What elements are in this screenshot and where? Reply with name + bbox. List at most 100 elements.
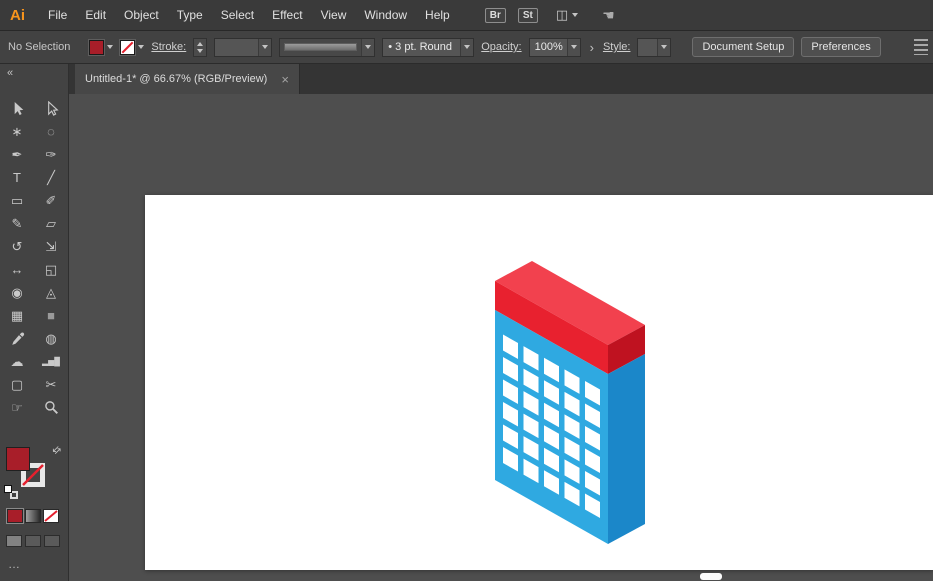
touch-workspace-icon[interactable]: ☚ <box>602 7 615 24</box>
pen-tool[interactable]: ✒ <box>0 143 34 166</box>
document-tab-title: Untitled-1* @ 66.67% (RGB/Preview) <box>85 73 267 85</box>
app-logo: Ai <box>10 7 25 24</box>
draw-normal-button[interactable] <box>6 535 22 547</box>
opacity-label[interactable]: Opacity: <box>481 41 521 53</box>
swap-fill-stroke-icon[interactable]: ⇆ <box>50 444 64 458</box>
shaper-tool[interactable]: ✎ <box>0 212 34 235</box>
direct-selection-arrow-icon <box>44 101 59 116</box>
menu-object[interactable]: Object <box>115 0 168 30</box>
direct-selection-tool[interactable] <box>34 97 68 120</box>
eraser-tool[interactable]: ▱ <box>34 212 68 235</box>
menu-view[interactable]: View <box>312 0 356 30</box>
chevron-down-button[interactable] <box>657 39 670 56</box>
chevron-down-icon <box>138 45 144 49</box>
default-fill-stroke-icon[interactable] <box>4 485 18 499</box>
chevron-down-button[interactable] <box>460 39 473 56</box>
stepper-up-icon[interactable] <box>197 42 203 46</box>
rotate-tool[interactable]: ↺ <box>0 235 34 258</box>
shape-builder-tool[interactable]: ◉ <box>0 281 34 304</box>
selection-status: No Selection <box>8 41 70 53</box>
artboard-tool[interactable]: ▢ <box>0 373 34 396</box>
brush-definition-value: 3 pt. Round <box>395 41 452 53</box>
stroke-color-control[interactable] <box>120 40 144 55</box>
canvas[interactable] <box>69 94 933 581</box>
arrange-documents-button[interactable]: ◫ <box>556 7 578 23</box>
menu-help[interactable]: Help <box>416 0 459 30</box>
stroke-label[interactable]: Stroke: <box>151 41 186 53</box>
chevron-down-icon <box>571 45 577 49</box>
blend-tool[interactable]: ◍ <box>34 327 68 350</box>
menu-effect[interactable]: Effect <box>263 0 311 30</box>
style-select[interactable] <box>637 38 671 57</box>
chevron-down-button[interactable] <box>567 39 580 56</box>
column-graph-tool[interactable]: ▂▅█ <box>34 350 68 373</box>
slice-tool[interactable]: ✂ <box>34 373 68 396</box>
document-tab-strip: Untitled-1* @ 66.67% (RGB/Preview) × <box>69 64 933 94</box>
chevron-down-button[interactable] <box>361 39 374 56</box>
chevron-down-button[interactable] <box>258 39 271 56</box>
preferences-button[interactable]: Preferences <box>801 37 880 57</box>
gradient-tool[interactable]: ■ <box>34 304 68 327</box>
menubar: Ai File Edit Object Type Select Effect V… <box>0 0 933 31</box>
draw-inside-button[interactable] <box>44 535 60 547</box>
type-tool[interactable]: T <box>0 166 34 189</box>
color-mode-button[interactable] <box>7 509 23 523</box>
calendar-illustration[interactable] <box>483 253 653 553</box>
perspective-grid-tool[interactable]: ◬ <box>34 281 68 304</box>
dock-control-panel-icon[interactable] <box>914 39 928 55</box>
draw-behind-button[interactable] <box>25 535 41 547</box>
fill-color-swatch[interactable] <box>89 40 104 55</box>
none-slash-icon <box>121 41 134 54</box>
line-segment-tool[interactable]: ╱ <box>34 166 68 189</box>
magic-wand-tool[interactable]: ∗ <box>0 120 34 143</box>
lasso-tool[interactable]: ◌ <box>34 120 68 143</box>
none-mode-button[interactable] <box>43 509 59 523</box>
style-label[interactable]: Style: <box>603 41 631 53</box>
fill-color-control[interactable] <box>89 40 113 55</box>
fill-swatch[interactable] <box>6 447 30 471</box>
arrange-documents-icon: ◫ <box>556 7 568 23</box>
edit-toolbar-button[interactable]: … <box>0 557 68 571</box>
eyedropper-icon <box>10 331 25 346</box>
zoom-tool[interactable] <box>34 396 68 419</box>
stepper-down-icon[interactable] <box>197 49 203 53</box>
menu-select[interactable]: Select <box>212 0 263 30</box>
rectangle-tool[interactable]: ▭ <box>0 189 34 212</box>
eyedropper-tool[interactable] <box>0 327 34 350</box>
curvature-tool[interactable]: ✑ <box>34 143 68 166</box>
color-mode-row <box>0 509 68 523</box>
menu-file[interactable]: File <box>39 0 76 30</box>
stroke-color-swatch[interactable] <box>120 40 135 55</box>
toolbar-collapse-button[interactable]: « <box>0 64 69 94</box>
brush-definition-select[interactable]: • 3 pt. Round <box>382 38 474 57</box>
document-tab[interactable]: Untitled-1* @ 66.67% (RGB/Preview) × <box>75 64 300 94</box>
width-profile-select[interactable] <box>279 38 375 57</box>
stock-button[interactable]: St <box>518 8 538 23</box>
gradient-mode-button[interactable] <box>25 509 41 523</box>
selection-tool[interactable] <box>0 97 34 120</box>
collapse-left-icon: « <box>7 67 13 79</box>
bridge-button[interactable]: Br <box>485 8 506 23</box>
free-transform-tool[interactable]: ◱ <box>34 258 68 281</box>
hand-tool[interactable]: ☞ <box>0 396 34 419</box>
menu-window[interactable]: Window <box>355 0 416 30</box>
tools-grid: ∗ ◌ ✒ ✑ T ╱ ▭ ✐ ✎ ▱ ↺ ⇲ ↔ ◱ ◉ ◬ ▦ ■ <box>0 94 68 419</box>
tab-close-icon[interactable]: × <box>281 72 289 87</box>
stroke-weight-stepper[interactable] <box>193 38 207 57</box>
scale-tool[interactable]: ⇲ <box>34 235 68 258</box>
mesh-tool[interactable]: ▦ <box>0 304 34 327</box>
selection-arrow-icon <box>10 101 25 116</box>
menu-type[interactable]: Type <box>168 0 212 30</box>
document-setup-button[interactable]: Document Setup <box>692 37 794 57</box>
symbol-sprayer-tool[interactable]: ☁ <box>0 350 34 373</box>
menu-edit[interactable]: Edit <box>76 0 115 30</box>
horizontal-scrollbar-thumb[interactable] <box>700 573 722 580</box>
main-area: ∗ ◌ ✒ ✑ T ╱ ▭ ✐ ✎ ▱ ↺ ⇲ ↔ ◱ ◉ ◬ ▦ ■ <box>0 94 933 581</box>
drawing-mode-row <box>0 535 68 547</box>
opacity-options-chevron-icon[interactable]: › <box>590 40 594 55</box>
opacity-select[interactable]: 100% <box>529 38 581 57</box>
width-tool[interactable]: ↔ <box>0 258 34 281</box>
paintbrush-tool[interactable]: ✐ <box>34 189 68 212</box>
stroke-weight-select[interactable] <box>214 38 272 57</box>
zoom-magnifier-icon <box>44 400 59 415</box>
